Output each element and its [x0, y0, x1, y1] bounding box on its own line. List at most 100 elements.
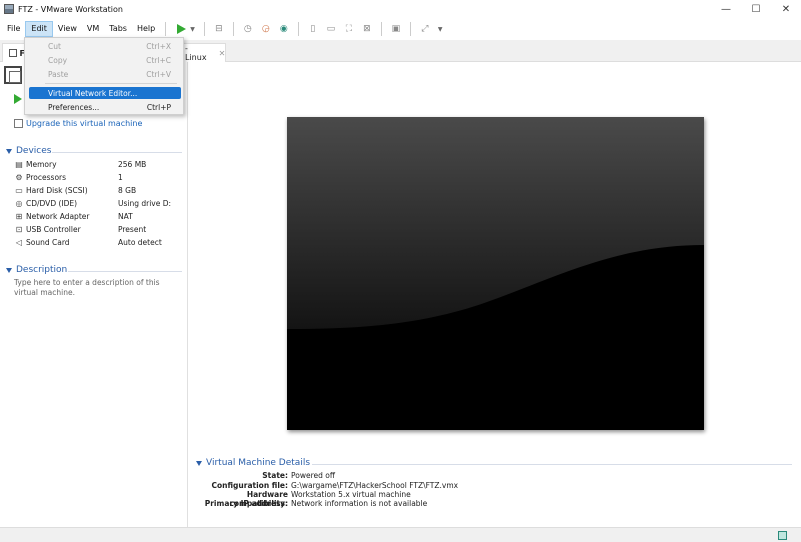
power-on-icon[interactable] [177, 24, 187, 34]
detail-label: Primary IP address: [204, 499, 288, 508]
stretch-guest-icon[interactable]: ⤢ [419, 23, 431, 35]
device-value: 8 GB [118, 186, 137, 195]
usb-icon: ⊡ [15, 225, 23, 234]
hard-disk-icon: ▭ [15, 186, 23, 195]
device-row-processors[interactable]: ⚙ Processors 1 [14, 171, 184, 184]
detail-label: State: [262, 471, 288, 480]
menu-vm[interactable]: VM [82, 21, 104, 37]
vm-summary-panel: Upgrade this virtual machine Devices ▤ M… [0, 62, 188, 527]
menu-item-label: Copy [48, 55, 68, 65]
vm-details-header[interactable]: Virtual Machine Details [196, 458, 310, 468]
device-row-memory[interactable]: ▤ Memory 256 MB [14, 158, 184, 171]
menu-bar: File Edit View VM Tabs Help ▼ ⊟ ◷ ◶ ◉ ▯ … [0, 20, 801, 38]
device-value: 1 [118, 173, 123, 182]
menu-tabs[interactable]: Tabs [104, 21, 132, 37]
window-controls: — ☐ ✕ [711, 0, 801, 18]
processor-icon: ⚙ [15, 173, 23, 182]
toolbar-separator [165, 22, 167, 36]
menu-help[interactable]: Help [132, 21, 160, 37]
device-row-network-adapter[interactable]: ⊞ Network Adapter NAT [14, 210, 184, 223]
menu-file[interactable]: File [2, 21, 25, 37]
menu-item-copy[interactable]: Copy Ctrl+C [29, 54, 181, 66]
upgrade-icon [14, 119, 23, 128]
menu-edit[interactable]: Edit [25, 21, 53, 37]
network-adapter-icon: ⊞ [15, 212, 23, 221]
section-divider [52, 152, 182, 153]
menu-item-paste[interactable]: Paste Ctrl+V [29, 68, 181, 80]
section-divider [68, 271, 182, 272]
send-ctrl-alt-del-icon[interactable]: ⊟ [213, 23, 225, 35]
collapse-arrow-icon [6, 267, 12, 273]
device-name: Sound Card [26, 238, 70, 247]
devices-header-label: Devices [16, 146, 52, 156]
toolbar-separator [232, 22, 234, 36]
toolbar-separator [297, 22, 299, 36]
menu-separator [45, 83, 177, 84]
upgrade-vm-label: Upgrade this virtual machine [26, 119, 143, 128]
thumbnail-view-icon[interactable]: ▭ [325, 23, 337, 35]
full-screen-icon[interactable]: ⛶ [343, 23, 355, 35]
upgrade-vm-link[interactable]: Upgrade this virtual machine [14, 119, 142, 128]
device-value: NAT [118, 212, 133, 221]
edit-menu-dropdown: Cut Ctrl+X Copy Ctrl+C Paste Ctrl+V Virt… [24, 37, 184, 115]
window-title: FTZ - VMware Workstation [18, 4, 123, 14]
shortcut-text: Ctrl+V [146, 69, 171, 79]
device-name: CD/DVD (IDE) [26, 199, 78, 208]
vm-screen-preview[interactable] [287, 117, 704, 430]
library-view-icon[interactable]: ▯ [307, 23, 319, 35]
detail-value: Network information is not available [291, 499, 428, 508]
description-field[interactable]: Type here to enter a description of this… [14, 278, 179, 298]
shortcut-text: Ctrl+P [146, 102, 171, 112]
device-value: Auto detect [118, 238, 162, 247]
menu-item-virtual-network-editor[interactable]: Virtual Network Editor... [29, 87, 181, 99]
snapshot-icon[interactable]: ◷ [242, 23, 254, 35]
detail-row-state: State: Powered off [189, 471, 789, 481]
device-row-cd-dvd[interactable]: ◎ CD/DVD (IDE) Using drive D: [14, 197, 184, 210]
shortcut-text: Ctrl+C [146, 55, 171, 65]
detail-value: Powered off [291, 471, 336, 480]
toolbar-separator [203, 22, 205, 36]
device-row-sound-card[interactable]: ◁ Sound Card Auto detect [14, 236, 184, 249]
close-button[interactable]: ✕ [771, 0, 801, 18]
menu-item-cut[interactable]: Cut Ctrl+X [29, 40, 181, 52]
detail-row-ip-address: Primary IP address: Network information … [189, 499, 789, 509]
shortcut-text: Ctrl+X [146, 41, 171, 51]
unity-icon[interactable]: ⊠ [361, 23, 373, 35]
revert-snapshot-icon[interactable]: ◶ [260, 23, 272, 35]
stretch-dropdown-icon[interactable]: ▼ [438, 26, 443, 33]
device-name: Memory [26, 160, 57, 169]
menu-item-label: Paste [48, 69, 69, 79]
console-view-icon[interactable]: ▣ [390, 23, 402, 35]
section-divider [312, 464, 792, 465]
collapse-arrow-icon [6, 148, 12, 154]
menu-item-label: Virtual Network Editor... [48, 88, 138, 98]
vm-main-panel: Virtual Machine Details State: Powered o… [189, 62, 801, 527]
device-name: USB Controller [26, 225, 81, 234]
title-bar: FTZ - VMware Workstation — ☐ ✕ [0, 0, 801, 18]
message-log-icon[interactable] [778, 531, 787, 540]
menu-item-preferences[interactable]: Preferences... Ctrl+P [29, 101, 181, 113]
snapshot-manager-icon[interactable]: ◉ [278, 23, 290, 35]
devices-header[interactable]: Devices [6, 146, 51, 156]
vm-details-header-label: Virtual Machine Details [206, 458, 311, 468]
tab-vm[interactable]: -Linux ✕ [178, 43, 226, 62]
device-row-hard-disk[interactable]: ▭ Hard Disk (SCSI) 8 GB [14, 184, 184, 197]
minimize-button[interactable]: — [711, 0, 741, 18]
device-row-usb[interactable]: ⊡ USB Controller Present [14, 223, 184, 236]
menu-view[interactable]: View [53, 21, 82, 37]
sound-icon: ◁ [15, 238, 23, 247]
description-header-label: Description [16, 265, 68, 275]
menu-item-label: Cut [48, 41, 61, 51]
vm-large-icon [4, 66, 22, 84]
power-dropdown-icon[interactable]: ▼ [190, 26, 195, 33]
power-on-command-icon[interactable] [14, 94, 22, 104]
tab-close-icon[interactable]: ✕ [219, 49, 226, 58]
device-value: 256 MB [118, 160, 147, 169]
memory-icon: ▤ [15, 160, 23, 169]
home-tab-icon [9, 49, 17, 57]
toolbar-separator [409, 22, 411, 36]
maximize-button[interactable]: ☐ [741, 0, 771, 18]
cd-dvd-icon: ◎ [15, 199, 23, 208]
description-header[interactable]: Description [6, 265, 67, 275]
device-name: Processors [26, 173, 67, 182]
